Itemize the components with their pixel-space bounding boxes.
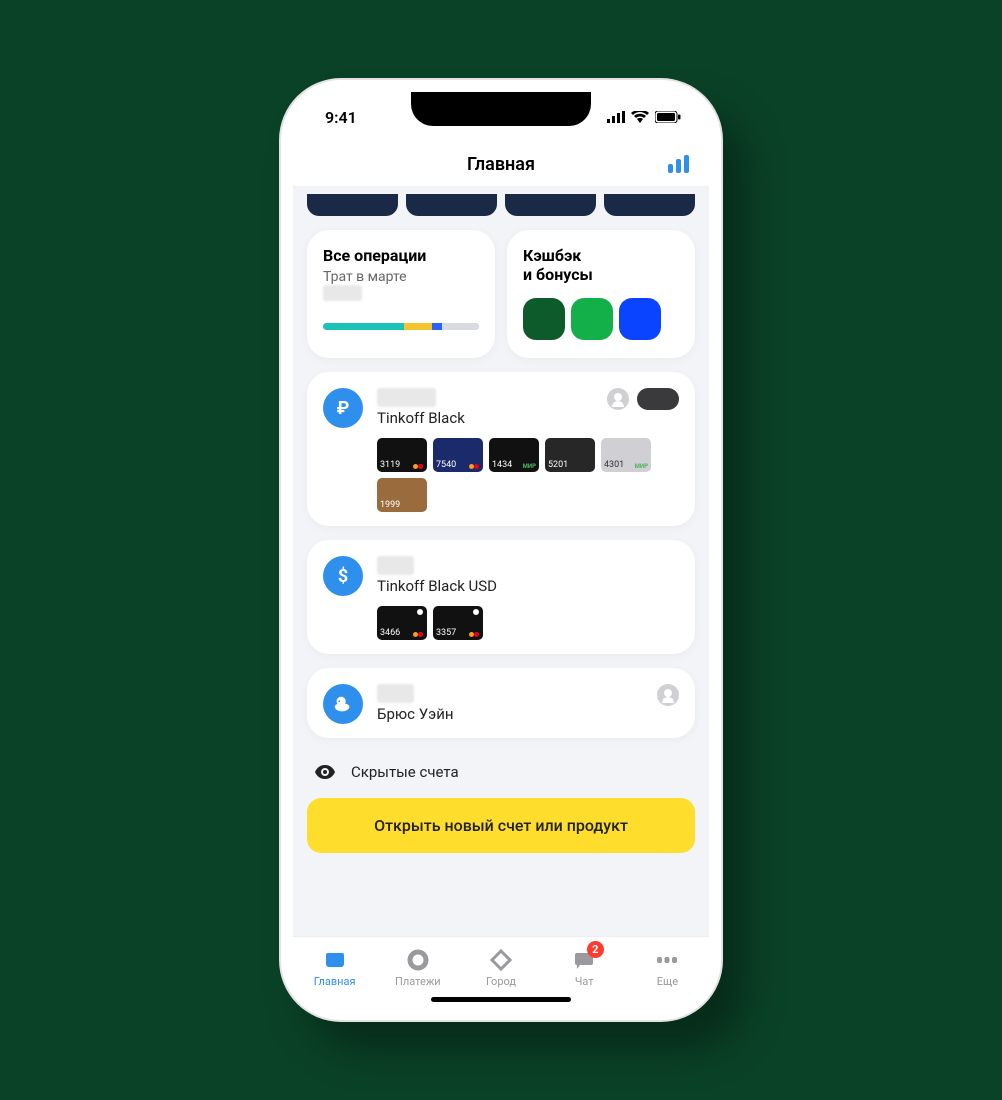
card-last4: 4301 [604, 460, 624, 470]
content: Все операции Трат в марте 00000 Кэшбэки … [293, 186, 709, 936]
story-card[interactable] [505, 194, 596, 216]
bonus-chip[interactable] [619, 298, 661, 340]
stats-button[interactable] [668, 155, 689, 173]
payment-card[interactable]: 3357 [433, 606, 483, 640]
tab-dots[interactable]: Еще [626, 937, 709, 998]
open-product-button[interactable]: Открыть новый счет или продукт [307, 798, 695, 853]
home-icon [323, 948, 347, 972]
cashback-tile[interactable]: Кэшбэки бонусы [507, 230, 695, 358]
phone-frame: 9:41 Главная Все операции [281, 80, 721, 1020]
card-last4: 3357 [436, 628, 456, 638]
hidden-accounts-label: Скрытые счета [351, 763, 459, 781]
notification-badge: 2 [587, 941, 604, 958]
screen: 9:41 Главная Все операции [293, 92, 709, 1008]
power-button [720, 352, 721, 442]
tab-label: Главная [314, 975, 356, 988]
home-indicator[interactable] [431, 997, 571, 1002]
battery-icon [655, 111, 681, 123]
account-card[interactable]: $0000 Tinkoff Black USD 3466 3357 [307, 540, 695, 654]
payment-card[interactable]: 1434МИР [489, 438, 539, 472]
account-currency-icon: $ [323, 556, 363, 596]
dots-icon [655, 948, 679, 972]
page-title: Главная [467, 154, 535, 175]
tab-label: Еще [657, 975, 678, 988]
account-card[interactable]: 0000 Брюс Уэйн [307, 668, 695, 738]
diamond-icon [489, 948, 513, 972]
shared-person-icon [657, 684, 679, 706]
account-currency-icon [323, 684, 363, 724]
tab-circle[interactable]: Платежи [376, 937, 459, 998]
volume-up-button [281, 332, 282, 392]
hidden-accounts-row[interactable]: Скрытые счета [307, 752, 695, 798]
card-last4: 3466 [380, 628, 400, 638]
card-last4: 3119 [380, 460, 400, 470]
card-last4: 7540 [436, 460, 456, 470]
stories-row[interactable] [307, 194, 695, 216]
payment-card[interactable]: 7540 [433, 438, 483, 472]
story-card[interactable] [406, 194, 497, 216]
circle-icon [406, 948, 430, 972]
tab-label: Платежи [395, 975, 441, 988]
operations-tile[interactable]: Все операции Трат в марте 00000 [307, 230, 495, 358]
volume-down-button [281, 412, 282, 472]
payment-card[interactable]: 3466 [377, 606, 427, 640]
card-last4: 1999 [380, 500, 400, 510]
tile-title: Все операции [323, 246, 479, 265]
status-time: 9:41 [325, 108, 357, 127]
hidden-balance: 0000 [377, 684, 414, 703]
account-name: Tinkoff Black [377, 409, 679, 427]
account-name: Tinkoff Black USD [377, 577, 679, 595]
tab-chat[interactable]: Чат 2 [543, 937, 626, 998]
bonus-chip[interactable] [523, 298, 565, 340]
wifi-icon [631, 111, 649, 123]
card-last4: 5201 [548, 460, 568, 470]
bar-chart-icon [668, 155, 689, 173]
account-toggle[interactable] [637, 388, 679, 410]
shared-person-icon [607, 388, 629, 410]
tab-diamond[interactable]: Город [459, 937, 542, 998]
tab-label: Город [486, 975, 516, 988]
tile-subtitle: Трат в марте [323, 269, 479, 285]
hidden-balance: 00000 0 [377, 388, 436, 407]
hidden-balance: 0000 [377, 556, 414, 575]
bonus-chip[interactable] [571, 298, 613, 340]
notch [411, 92, 591, 126]
payment-card[interactable]: 5201 [545, 438, 595, 472]
hidden-amount: 00000 [323, 285, 362, 301]
payment-card[interactable]: 3119 [377, 438, 427, 472]
tab-home[interactable]: Главная [293, 937, 376, 998]
tile-title: Кэшбэки бонусы [523, 246, 679, 284]
card-last4: 1434 [492, 460, 512, 470]
bonus-chips [523, 298, 679, 340]
payment-card[interactable]: 1999 [377, 478, 427, 512]
signal-icon [607, 111, 625, 123]
account-currency-icon: ₽ [323, 388, 363, 428]
spending-progress [323, 323, 479, 330]
payment-card[interactable]: 4301МИР [601, 438, 651, 472]
side-button [281, 272, 282, 306]
account-card[interactable]: ₽00000 0 Tinkoff Black 3119 7540 1434МИР 5201… [307, 372, 695, 526]
eye-icon [315, 762, 335, 782]
status-icons [607, 111, 681, 123]
story-card[interactable] [307, 194, 398, 216]
story-card[interactable] [604, 194, 695, 216]
account-name: Брюс Уэйн [377, 705, 679, 723]
tab-label: Чат [575, 975, 594, 988]
header: Главная [293, 142, 709, 186]
